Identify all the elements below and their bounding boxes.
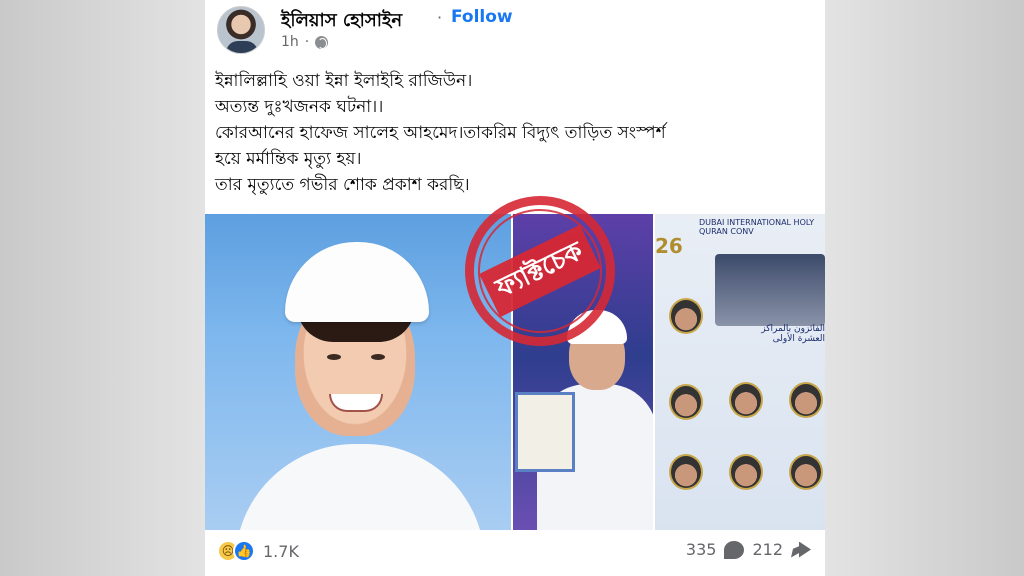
winner-portrait bbox=[729, 382, 763, 418]
post-line: হয়ে মর্মান্তিক মৃত্যু হয়। bbox=[215, 149, 362, 169]
poster-stage-photo bbox=[715, 254, 825, 326]
like-icon: 👍 bbox=[233, 540, 255, 562]
post-line: কোরআনের হাফেজ সালেহ আহমেদ।তাকরিম বিদ্যুৎ… bbox=[215, 123, 666, 143]
comment-count[interactable]: 335 bbox=[686, 540, 717, 559]
factcheck-stamp-text: ফ্যাক্টচেক bbox=[478, 224, 602, 318]
post-line: ইন্নালিল্লাহি ওয়া ইন্না ইলাইহি রাজিউন। bbox=[215, 71, 473, 91]
poster-title: DUBAI INTERNATIONAL HOLY QURAN CONV bbox=[699, 218, 815, 236]
poster-number: 26 bbox=[655, 234, 683, 258]
post-time[interactable]: 1h bbox=[281, 34, 299, 50]
follow-button[interactable]: Follow bbox=[451, 7, 513, 27]
author-name[interactable]: ইলিয়াস হোসাইন bbox=[281, 6, 402, 37]
author-avatar[interactable] bbox=[217, 6, 265, 54]
post-image-winners-poster[interactable]: DUBAI INTERNATIONAL HOLY QURAN CONV 26 ا… bbox=[655, 214, 825, 530]
background-right bbox=[825, 0, 1024, 576]
certificate bbox=[515, 392, 575, 472]
winner-portrait bbox=[729, 454, 763, 490]
winner-portrait bbox=[669, 454, 703, 490]
background-left bbox=[0, 0, 205, 576]
post-meta: 1h · bbox=[281, 34, 329, 50]
comment-icon[interactable] bbox=[724, 540, 745, 559]
engagement-counts: 335 212 bbox=[686, 540, 811, 559]
prayer-cap bbox=[285, 242, 429, 322]
winner-portrait bbox=[789, 454, 823, 490]
post-header: ইলিয়াস হোসাইন · Follow 1h · bbox=[205, 0, 825, 64]
facebook-post-card: ইলিয়াস হোসাইন · Follow 1h · ইন্নালিল্লা… bbox=[205, 0, 825, 576]
winner-portrait bbox=[669, 384, 703, 420]
post-line: অত্যন্ত দুঃখজনক ঘটনা।। bbox=[215, 97, 384, 117]
globe-icon bbox=[315, 35, 329, 49]
post-text: ইন্নালিল্লাহি ওয়া ইন্না ইলাইহি রাজিউন। … bbox=[215, 68, 815, 198]
reactions-summary[interactable]: ☹ 👍 1.7K bbox=[217, 540, 299, 562]
separator-dot: · bbox=[437, 8, 443, 27]
share-count[interactable]: 212 bbox=[752, 540, 783, 559]
poster-arabic-heading: الفائزون بالمراكز العشرة الأولى bbox=[761, 324, 825, 344]
post-line: তার মৃত্যুতে গভীর শোক প্রকাশ করছি। bbox=[215, 175, 470, 195]
reaction-count: 1.7K bbox=[263, 541, 299, 561]
winner-portrait bbox=[789, 382, 823, 418]
winner-portrait bbox=[669, 298, 703, 334]
share-icon[interactable] bbox=[791, 541, 811, 558]
post-footer: ☹ 👍 1.7K 335 212 bbox=[205, 530, 825, 576]
